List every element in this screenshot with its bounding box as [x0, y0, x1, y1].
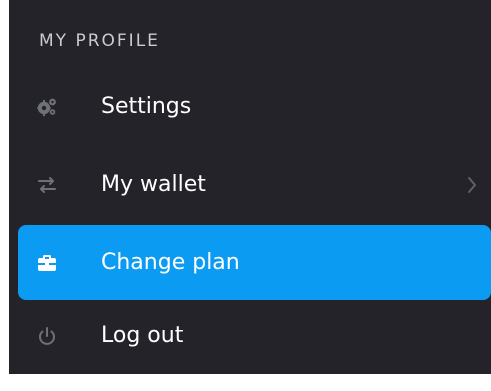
chevron-right-icon — [465, 175, 479, 195]
transfer-arrows-icon — [36, 174, 58, 196]
menu-item-change-plan[interactable]: Change plan — [18, 225, 491, 300]
menu-item-label: My wallet — [101, 171, 206, 197]
briefcase-icon — [36, 252, 58, 274]
menu-item-log-out[interactable]: Log out — [18, 298, 491, 373]
section-title: MY PROFILE — [39, 31, 160, 51]
menu-item-label: Log out — [101, 322, 184, 348]
menu-item-label: Change plan — [101, 249, 240, 275]
menu-item-my-wallet[interactable]: My wallet — [18, 147, 491, 222]
gears-icon — [36, 96, 58, 118]
power-icon — [36, 325, 58, 347]
profile-menu-panel: MY PROFILE Settings My wallet Change pla… — [9, 0, 491, 374]
menu-item-label: Settings — [101, 93, 192, 119]
menu-item-settings[interactable]: Settings — [18, 69, 491, 144]
